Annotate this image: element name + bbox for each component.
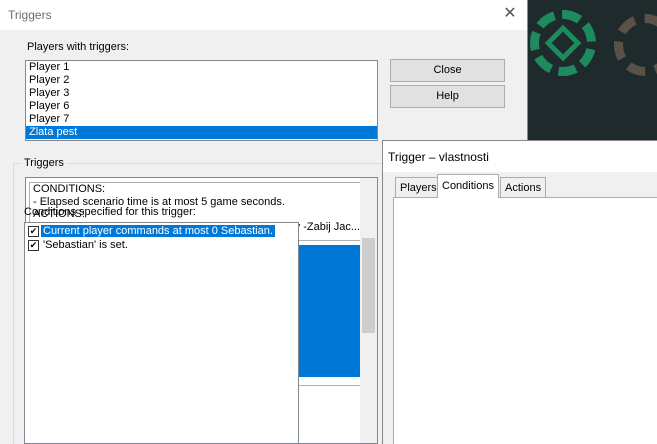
- scrollbar-thumb[interactable]: [362, 238, 375, 333]
- condition-text: 'Sebastian' is set.: [43, 239, 128, 251]
- window-title: Triggers: [8, 8, 52, 22]
- players-listbox[interactable]: Player 1 Player 2 Player 3 Player 6 Player 7…: [25, 60, 378, 141]
- gray-ring-graphic: [614, 14, 657, 76]
- player-list-item[interactable]: Player 3: [26, 87, 377, 100]
- condition-checkbox[interactable]: ✔: [28, 225, 39, 237]
- properties-title: Trigger – vlastnosti: [388, 150, 489, 164]
- players-label: Players with triggers:: [27, 41, 130, 53]
- condition-text: Current player commands at most 0 Sebast…: [41, 225, 275, 237]
- properties-title-bar: Trigger – vlastnosti: [383, 141, 657, 172]
- title-bar: Triggers ✕: [0, 0, 527, 30]
- player-list-item[interactable]: Zlata pest: [26, 126, 377, 139]
- condition-item[interactable]: ✔ 'Sebastian' is set.: [28, 239, 130, 252]
- conditions-listbox[interactable]: ✔ Current player commands at most 0 Sebas…: [24, 222, 299, 444]
- triggers-group-label: Triggers: [21, 157, 67, 169]
- condition-item[interactable]: ✔ Current player commands at most 0 Sebas…: [28, 225, 275, 238]
- player-list-item[interactable]: Player 7: [26, 113, 377, 126]
- trigger-line: CONDITIONS:: [33, 183, 106, 195]
- close-icon[interactable]: ✕: [499, 4, 521, 24]
- trigger-properties-window: Trigger – vlastnosti Players Conditions …: [382, 140, 657, 444]
- tab-panel: [393, 197, 657, 444]
- tab-actions[interactable]: Actions: [500, 177, 547, 197]
- condition-checkbox[interactable]: ✔: [28, 239, 39, 251]
- player-list-item[interactable]: Player 6: [26, 100, 377, 113]
- game-background: [528, 0, 657, 140]
- player-list-item[interactable]: Player 1: [26, 61, 377, 74]
- tab-conditions[interactable]: Conditions: [437, 174, 499, 198]
- close-button[interactable]: Close: [390, 59, 505, 82]
- conditions-label: Conditions specified for this trigger:: [24, 206, 196, 218]
- vertical-scrollbar[interactable]: [360, 178, 377, 443]
- help-button[interactable]: Help: [390, 85, 505, 108]
- player-list-item[interactable]: Player 2: [26, 74, 377, 87]
- tab-players[interactable]: Players: [395, 177, 442, 197]
